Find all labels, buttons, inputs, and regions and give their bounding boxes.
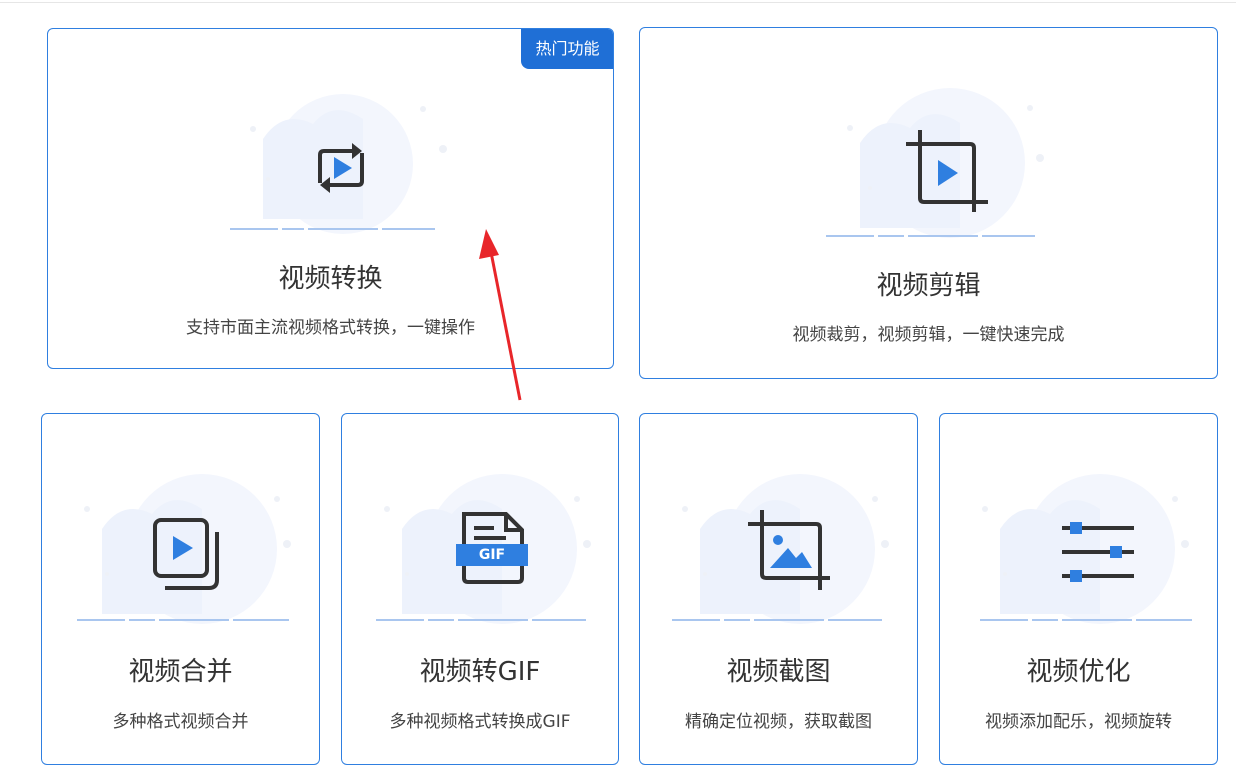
- card-video-edit[interactable]: 视频剪辑 视频裁剪，视频剪辑，一键快速完成: [639, 27, 1218, 379]
- decorative-dash-line: [672, 619, 882, 621]
- card-title: 视频截图: [726, 657, 831, 687]
- screenshot-image-icon: [748, 510, 830, 590]
- card-title: 视频转GIF: [419, 657, 541, 687]
- decorative-dash-line: [826, 235, 1035, 237]
- card-video-to-gif[interactable]: GIF 视频转GIF 多种视频格式转换成GIF: [341, 413, 619, 765]
- card-title: 视频合并: [128, 657, 233, 687]
- red-annotation-arrow: [479, 229, 522, 401]
- card-video-merge[interactable]: 视频合并 多种格式视频合并: [41, 413, 320, 765]
- card-video-optimize[interactable]: 视频优化 视频添加配乐，视频旋转: [939, 413, 1218, 765]
- card-description: 多种视频格式转换成GIF: [389, 712, 571, 732]
- crop-video-icon: [906, 130, 988, 212]
- decorative-dash-line: [980, 619, 1192, 621]
- top-divider: [0, 2, 1236, 3]
- card-description: 精确定位视频，获取截图: [685, 712, 872, 732]
- convert-video-icon: [318, 143, 364, 193]
- card-description: 视频裁剪，视频剪辑，一键快速完成: [792, 325, 1065, 345]
- sliders-icon: [1062, 522, 1134, 582]
- card-video-screenshot[interactable]: 视频截图 精确定位视频，获取截图: [639, 413, 918, 765]
- card-title: 视频剪辑: [876, 271, 981, 301]
- card-description: 视频添加配乐，视频旋转: [985, 712, 1172, 732]
- merge-video-icon: [153, 518, 219, 590]
- card-description: 多种格式视频合并: [112, 712, 249, 732]
- hot-feature-badge: 热门功能: [521, 29, 613, 69]
- card-title: 视频优化: [1026, 657, 1131, 687]
- gif-icon-label: GIF: [478, 547, 506, 563]
- decorative-dash-line: [376, 619, 586, 621]
- decorative-dash-line: [77, 619, 289, 621]
- decorative-dash-line: [230, 228, 435, 230]
